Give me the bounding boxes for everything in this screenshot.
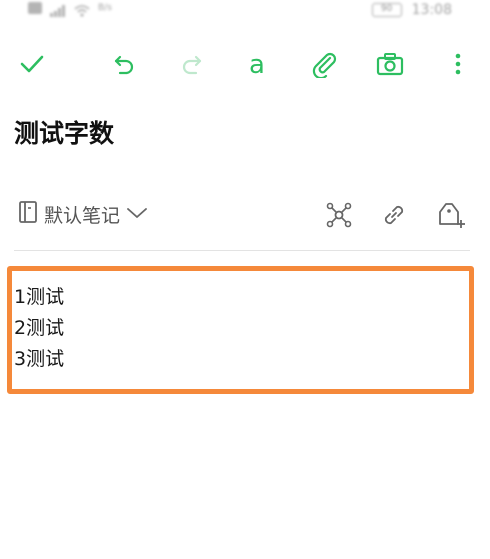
more-vertical-icon[interactable] bbox=[440, 44, 476, 84]
status-time: 13:08 bbox=[411, 2, 452, 18]
body-line: 2测试 bbox=[14, 317, 65, 339]
wifi-icon bbox=[74, 2, 90, 17]
check-icon[interactable] bbox=[14, 44, 50, 84]
note-body[interactable]: 1测试 2测试 3测试 bbox=[14, 282, 64, 375]
link-icon[interactable] bbox=[379, 200, 409, 230]
divider bbox=[14, 250, 470, 251]
signal-icon bbox=[50, 2, 66, 17]
notebook-label: 默认笔记 bbox=[44, 204, 121, 227]
text-format-icon[interactable]: a bbox=[240, 44, 276, 84]
battery-indicator: 90 bbox=[371, 3, 402, 17]
highlight-box bbox=[7, 266, 474, 394]
add-tag-icon[interactable] bbox=[436, 200, 466, 230]
mind-map-icon[interactable] bbox=[324, 200, 354, 230]
notebook-selector[interactable]: 默认笔记 bbox=[18, 200, 148, 228]
camera-icon[interactable] bbox=[372, 44, 408, 84]
sim-icon bbox=[28, 2, 42, 14]
attachment-icon[interactable] bbox=[306, 44, 342, 84]
body-line: 1测试 bbox=[14, 286, 65, 308]
note-meta-row: 默认笔记 bbox=[14, 196, 476, 232]
note-title[interactable]: 测试字数 bbox=[14, 114, 114, 150]
net-speed: B/s bbox=[98, 3, 112, 13]
undo-icon[interactable] bbox=[106, 44, 142, 84]
status-bar: B/s 90 13:08 bbox=[0, 0, 490, 22]
editor-toolbar: a bbox=[0, 44, 490, 86]
chevron-down-icon bbox=[126, 205, 148, 224]
notebook-icon bbox=[18, 200, 38, 228]
body-line: 3测试 bbox=[14, 348, 65, 370]
redo-icon[interactable] bbox=[174, 44, 210, 84]
svg-text:a: a bbox=[249, 51, 265, 77]
